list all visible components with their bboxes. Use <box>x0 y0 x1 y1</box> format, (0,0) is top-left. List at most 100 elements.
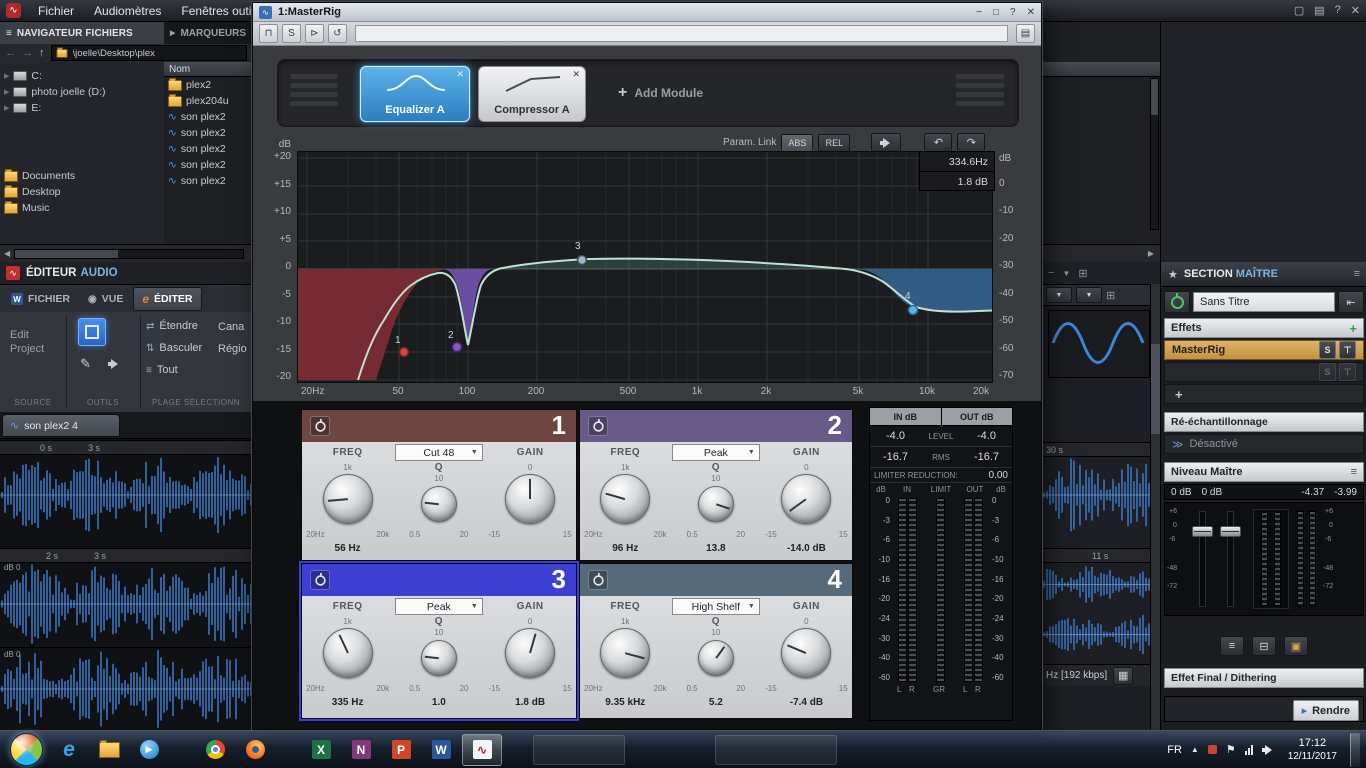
taskbar-word-icon[interactable]: W <box>422 735 460 765</box>
menu-icon[interactable]: ≡ <box>1354 268 1360 280</box>
effect-slot-masterig[interactable]: MasterRig S ⊤ <box>1164 340 1364 360</box>
list-item[interactable]: ∿ son plex2 <box>164 125 252 141</box>
close-module-icon[interactable]: ✕ <box>572 69 580 80</box>
band-power-button[interactable] <box>588 416 608 436</box>
filter-type-select[interactable]: Peak ▼ <box>671 444 760 461</box>
rel-button[interactable]: REL <box>818 133 851 152</box>
master-fader-right[interactable] <box>1220 511 1241 607</box>
freq-knob[interactable] <box>322 474 373 524</box>
tree-item-documents[interactable]: Documents <box>0 168 164 184</box>
taskbar-ie-icon[interactable]: e <box>50 735 88 765</box>
grid-button[interactable]: ▦ <box>1113 666 1134 685</box>
monitor-speaker-button[interactable] <box>871 133 902 152</box>
meter-menu-button[interactable]: ≡ <box>1220 636 1244 656</box>
tray-expand-icon[interactable]: ▲ <box>1191 745 1199 754</box>
taskbar-powerpoint-icon[interactable]: P <box>382 735 420 765</box>
freq-knob[interactable] <box>600 628 651 678</box>
taskbar-excel-icon[interactable]: X <box>302 735 340 765</box>
waveform-display[interactable] <box>1042 612 1150 657</box>
list-item[interactable]: ∿ son plex2 <box>164 157 252 173</box>
abs-button[interactable]: ABS <box>781 133 814 152</box>
filter-type-select[interactable]: Cut 48 ▼ <box>394 444 483 461</box>
start-button[interactable] <box>10 733 43 766</box>
network-icon[interactable] <box>1244 744 1253 755</box>
tab-son-plex2-4[interactable]: ∿ son plex2 4 <box>2 414 120 437</box>
add-effect-icon[interactable]: + <box>1349 321 1357 336</box>
resampling-header[interactable]: Ré-échantillonnage <box>1164 412 1364 432</box>
list-item[interactable]: plex2 <box>164 77 252 93</box>
ab-compare-icon[interactable]: ⊳ <box>305 24 324 43</box>
q-knob[interactable] <box>697 486 734 522</box>
module-tab-equalizer[interactable]: ✕ Equalizer A <box>360 66 470 122</box>
add-module-button[interactable]: + Add Module <box>618 84 703 102</box>
waveform-display[interactable] <box>1042 562 1150 607</box>
render-button[interactable]: ▸ Rendre <box>1292 700 1359 721</box>
tree-item-desktop[interactable]: Desktop <box>0 184 164 200</box>
chevron-down-icon[interactable]: ▼ <box>1062 269 1070 278</box>
filter-type-select[interactable]: Peak ▼ <box>394 598 483 615</box>
lock-button[interactable]: ▣ <box>1284 636 1308 656</box>
tray-app-icon[interactable] <box>1207 745 1217 754</box>
app-close-icon[interactable]: ✕ <box>1351 4 1360 17</box>
taskbar-explorer-icon[interactable] <box>90 735 128 765</box>
tree-expand-icon[interactable]: ▶ <box>4 104 9 112</box>
tab-vue[interactable]: ◉ VUE <box>80 288 131 310</box>
gain-knob[interactable] <box>505 628 556 678</box>
clock[interactable]: 17:12 12/11/2017 <box>1288 737 1337 763</box>
eq-point-2[interactable] <box>451 341 463 353</box>
view-dropdown[interactable]: ▼ <box>1076 287 1102 303</box>
slot-bypass-button[interactable]: ⊤ <box>1339 341 1356 359</box>
speaker-icon[interactable] <box>108 359 121 369</box>
display-mode-widget[interactable] <box>1048 310 1150 378</box>
column-canaux[interactable]: Cana <box>218 321 244 333</box>
window-maximize-icon[interactable]: □ <box>993 7 999 18</box>
filter-type-select[interactable]: High Shelf ▼ <box>671 598 760 615</box>
eq-point-3[interactable] <box>576 254 588 266</box>
resampling-slot[interactable]: ≫ Désactivé <box>1164 434 1364 454</box>
window-close-icon[interactable]: ✕ <box>1027 7 1035 18</box>
tree-item-c-drive[interactable]: ▶ C: <box>0 68 164 84</box>
pencil-icon[interactable]: ✎ <box>80 356 91 372</box>
nav-up-icon[interactable]: ↑ <box>39 47 45 59</box>
master-level-header[interactable]: Niveau Maître ≡ <box>1164 462 1364 482</box>
action-tout[interactable]: ≡ Tout <box>146 364 178 376</box>
taskbar-window-button[interactable] <box>715 734 837 765</box>
eq-response-graph[interactable]: 1 2 3 4 <box>297 151 993 383</box>
scroll-left-icon[interactable]: ◀ <box>4 249 10 258</box>
add-effect-slot[interactable]: + <box>1164 384 1364 404</box>
taskbar-window-button[interactable] <box>533 734 625 765</box>
taskbar-firefox-icon[interactable] <box>236 735 274 765</box>
list-item[interactable]: ∿ son plex2 <box>164 109 252 125</box>
close-module-icon[interactable]: ✕ <box>456 69 464 80</box>
q-knob[interactable] <box>697 640 734 676</box>
edit-project-label[interactable]: Edit Project <box>10 328 62 356</box>
show-desktop-button[interactable] <box>1350 732 1360 767</box>
tree-expand-icon[interactable]: ▶ <box>4 72 9 80</box>
gain-knob[interactable] <box>781 628 832 678</box>
nav-forward-icon[interactable]: → <box>22 47 33 59</box>
final-effect-header[interactable]: Effet Final / Dithering <box>1164 668 1364 688</box>
freq-knob[interactable] <box>600 474 651 524</box>
freq-knob[interactable] <box>322 628 373 678</box>
waveform-display[interactable] <box>1042 455 1150 535</box>
selection-tool-button[interactable] <box>78 318 106 346</box>
masterig-title-bar[interactable]: ∿ 1:MasterRig − □ ? ✕ <box>253 3 1041 22</box>
list-item[interactable]: plex204u <box>164 93 252 109</box>
action-etendre[interactable]: ⇄ Étendre <box>146 320 198 332</box>
band-power-button[interactable] <box>588 570 608 590</box>
help-icon[interactable]: ? <box>1335 4 1341 17</box>
action-basculer[interactable]: ⇅ Basculer <box>146 342 202 354</box>
grid-icon[interactable]: ⊞ <box>1078 267 1087 280</box>
waveform-display[interactable] <box>0 648 252 730</box>
tree-expand-icon[interactable]: ▶ <box>4 88 9 96</box>
eq-point-4[interactable] <box>907 304 919 316</box>
master-fader-left[interactable] <box>1192 511 1213 607</box>
preset-name-field[interactable] <box>355 25 1008 42</box>
tab-markers[interactable]: ▶ MARQUEURS <box>164 22 252 44</box>
preset-menu-icon[interactable]: ▤ <box>1016 24 1035 43</box>
menu-audiometres[interactable]: Audiomètres <box>85 4 170 18</box>
tab-file-browser[interactable]: ≡ NAVIGATEUR FICHIERS <box>0 22 165 44</box>
q-knob[interactable] <box>420 640 457 676</box>
gain-knob[interactable] <box>781 474 832 524</box>
q-knob[interactable] <box>420 486 457 522</box>
